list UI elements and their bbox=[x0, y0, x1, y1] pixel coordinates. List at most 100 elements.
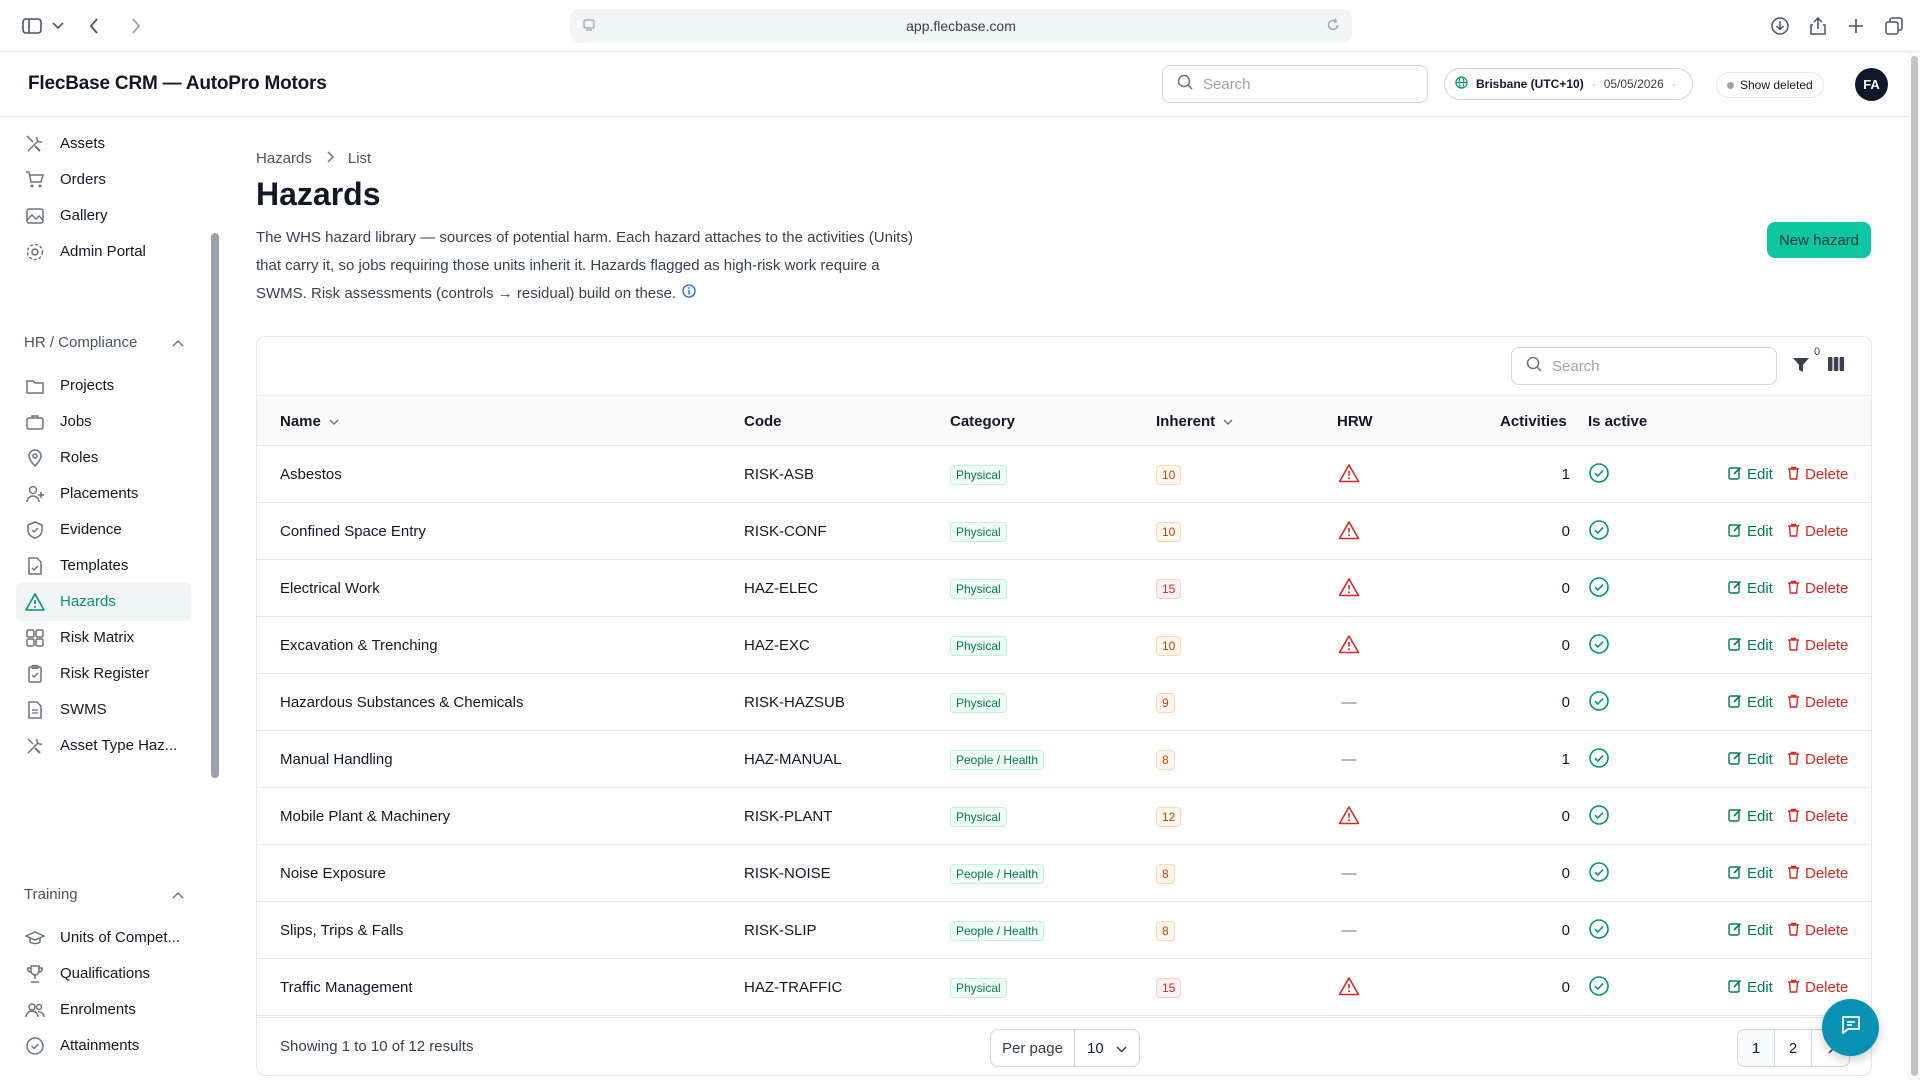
sidebar-item-evidence[interactable]: Evidence bbox=[16, 510, 191, 549]
warning-triangle-icon bbox=[1338, 805, 1360, 829]
table-row[interactable]: Manual Handling HAZ-MANUAL People / Health… bbox=[257, 731, 1871, 788]
delete-button[interactable]: Delete bbox=[1787, 466, 1848, 484]
sidebar-group-training[interactable]: Training bbox=[24, 886, 184, 903]
sidebar-item-risk-register[interactable]: Risk Register bbox=[16, 654, 191, 693]
sidebar-scrollbar[interactable] bbox=[211, 233, 219, 778]
chat-button[interactable] bbox=[1822, 999, 1879, 1056]
trash-icon bbox=[1787, 979, 1800, 997]
filter-icon[interactable] bbox=[1792, 356, 1810, 379]
edit-button[interactable]: Edit bbox=[1728, 751, 1773, 769]
address-bar[interactable]: app.flecbase.com bbox=[570, 9, 1352, 43]
table-row[interactable]: Mobile Plant & Machinery RISK-PLANT Physic… bbox=[257, 788, 1871, 845]
timezone-selector[interactable]: Brisbane (UTC+10) · 05/05/2026 · bbox=[1444, 68, 1693, 100]
forward-icon[interactable] bbox=[122, 12, 150, 40]
inherent-score-badge: 10 bbox=[1156, 464, 1182, 485]
trash-icon bbox=[1787, 466, 1800, 484]
edit-button[interactable]: Edit bbox=[1728, 865, 1773, 883]
sidebar-item-swms[interactable]: SWMS bbox=[16, 690, 191, 729]
search-placeholder: Search bbox=[1203, 75, 1251, 93]
new-hazard-button[interactable]: New hazard bbox=[1767, 222, 1871, 258]
column-label: HRW bbox=[1337, 412, 1373, 430]
column-header-inherent[interactable]: Inherent bbox=[1156, 396, 1233, 446]
reload-icon[interactable] bbox=[1326, 18, 1340, 35]
table-row[interactable]: Slips, Trips & Falls RISK-SLIP People / He… bbox=[257, 902, 1871, 959]
table-row[interactable]: Noise Exposure RISK-NOISE People / Health 8… bbox=[257, 845, 1871, 902]
global-search-input[interactable]: Search bbox=[1162, 65, 1428, 103]
page-scrollbar[interactable] bbox=[1908, 52, 1920, 1080]
sidebar-item-projects[interactable]: Projects bbox=[16, 366, 191, 405]
table-row[interactable]: Traffic Management HAZ-TRAFFIC Physical 15 0… bbox=[257, 959, 1871, 1016]
edit-button[interactable]: Edit bbox=[1728, 580, 1773, 598]
delete-button[interactable]: Delete bbox=[1787, 580, 1848, 598]
browser-toolbar: app.flecbase.com bbox=[0, 0, 1920, 52]
delete-button[interactable]: Delete bbox=[1787, 865, 1848, 883]
sidebar-item-hazards[interactable]: Hazards bbox=[16, 582, 191, 621]
chevron-down-icon[interactable] bbox=[50, 12, 66, 40]
sidebar-item-orders[interactable]: Orders bbox=[16, 160, 191, 199]
share-icon[interactable] bbox=[1804, 12, 1832, 40]
edit-button[interactable]: Edit bbox=[1728, 466, 1773, 484]
page-1-button[interactable]: 1 bbox=[1738, 1030, 1775, 1066]
back-icon[interactable] bbox=[80, 12, 108, 40]
sidebar-item-assets[interactable]: Assets bbox=[16, 124, 191, 163]
breadcrumb-hazards[interactable]: Hazards bbox=[256, 150, 312, 167]
wrench-screwdriver-icon bbox=[24, 133, 46, 155]
sidebar-item-asset-type-hazards[interactable]: Asset Type Haz... bbox=[16, 726, 191, 765]
table-row[interactable]: Electrical Work HAZ-ELEC Physical 15 0 Edit De… bbox=[257, 560, 1871, 617]
new-tab-icon[interactable] bbox=[1842, 12, 1870, 40]
column-label: Activities bbox=[1500, 412, 1567, 430]
info-icon[interactable] bbox=[682, 280, 696, 308]
download-icon[interactable] bbox=[1766, 12, 1794, 40]
user-avatar[interactable]: FA bbox=[1855, 68, 1888, 101]
sidebar-item-roles[interactable]: Roles bbox=[16, 438, 191, 477]
sidebar-item-templates[interactable]: Templates bbox=[16, 546, 191, 585]
column-header-name[interactable]: Name bbox=[280, 396, 339, 446]
delete-button[interactable]: Delete bbox=[1787, 694, 1848, 712]
column-header-category: Category bbox=[950, 396, 1015, 446]
tabs-overview-icon[interactable] bbox=[1880, 12, 1908, 40]
hrw-none: — bbox=[1341, 865, 1357, 882]
table-search-input[interactable]: Search bbox=[1511, 347, 1777, 385]
per-page-select[interactable]: Per page 10 bbox=[990, 1029, 1140, 1067]
sidebar-item-qualifications[interactable]: Qualifications bbox=[16, 954, 191, 993]
sidebar-item-jobs[interactable]: Jobs bbox=[16, 402, 191, 441]
show-deleted-toggle[interactable]: Show deleted bbox=[1716, 72, 1824, 98]
sidebar-item-units-of-competency[interactable]: Units of Compet... bbox=[16, 918, 191, 957]
delete-button[interactable]: Delete bbox=[1787, 979, 1848, 997]
edit-button[interactable]: Edit bbox=[1728, 979, 1773, 997]
delete-button[interactable]: Delete bbox=[1787, 637, 1848, 655]
table-row[interactable]: Asbestos RISK-ASB Physical 10 1 Edit Delete bbox=[257, 446, 1871, 503]
breadcrumb-list: List bbox=[347, 150, 372, 167]
edit-button[interactable]: Edit bbox=[1728, 694, 1773, 712]
warning-triangle-icon bbox=[1338, 463, 1360, 487]
sidebar-item-placements[interactable]: Placements bbox=[16, 474, 191, 513]
sidebar-item-admin-portal[interactable]: Admin Portal bbox=[16, 232, 191, 271]
sidebar-item-enrolments[interactable]: Enrolments bbox=[16, 990, 191, 1029]
edit-button[interactable]: Edit bbox=[1728, 637, 1773, 655]
page-settings-icon[interactable] bbox=[582, 18, 596, 35]
sidebar-toggle-icon[interactable] bbox=[18, 12, 46, 40]
edit-icon bbox=[1728, 979, 1742, 997]
hazard-name: Manual Handling bbox=[280, 751, 393, 768]
activities-count: 0 bbox=[1561, 979, 1570, 996]
sidebar-item-risk-matrix[interactable]: Risk Matrix bbox=[16, 618, 191, 657]
delete-button[interactable]: Delete bbox=[1787, 523, 1848, 541]
page-2-button[interactable]: 2 bbox=[1775, 1030, 1812, 1066]
sidebar-item-gallery[interactable]: Gallery bbox=[16, 196, 191, 235]
table-row[interactable]: Confined Space Entry RISK-CONF Physical 10 0… bbox=[257, 503, 1871, 560]
delete-button[interactable]: Delete bbox=[1787, 808, 1848, 826]
edit-button[interactable]: Edit bbox=[1728, 523, 1773, 541]
table-row[interactable]: Excavation & Trenching HAZ-EXC Physical 10 0… bbox=[257, 617, 1871, 674]
columns-icon[interactable] bbox=[1827, 356, 1845, 377]
sidebar-group-hr-compliance[interactable]: HR / Compliance bbox=[24, 334, 184, 351]
category-badge: Physical bbox=[950, 521, 1007, 542]
edit-icon bbox=[1728, 694, 1742, 712]
edit-button[interactable]: Edit bbox=[1728, 922, 1773, 940]
sidebar-item-attainments[interactable]: Attainments bbox=[16, 1026, 191, 1065]
delete-button[interactable]: Delete bbox=[1787, 751, 1848, 769]
search-placeholder: Search bbox=[1552, 357, 1600, 375]
edit-button[interactable]: Edit bbox=[1728, 808, 1773, 826]
sidebar-item-label: SWMS bbox=[60, 701, 107, 718]
table-row[interactable]: Hazardous Substances & Chemicals RISK-HAZ… bbox=[257, 674, 1871, 731]
delete-button[interactable]: Delete bbox=[1787, 922, 1848, 940]
